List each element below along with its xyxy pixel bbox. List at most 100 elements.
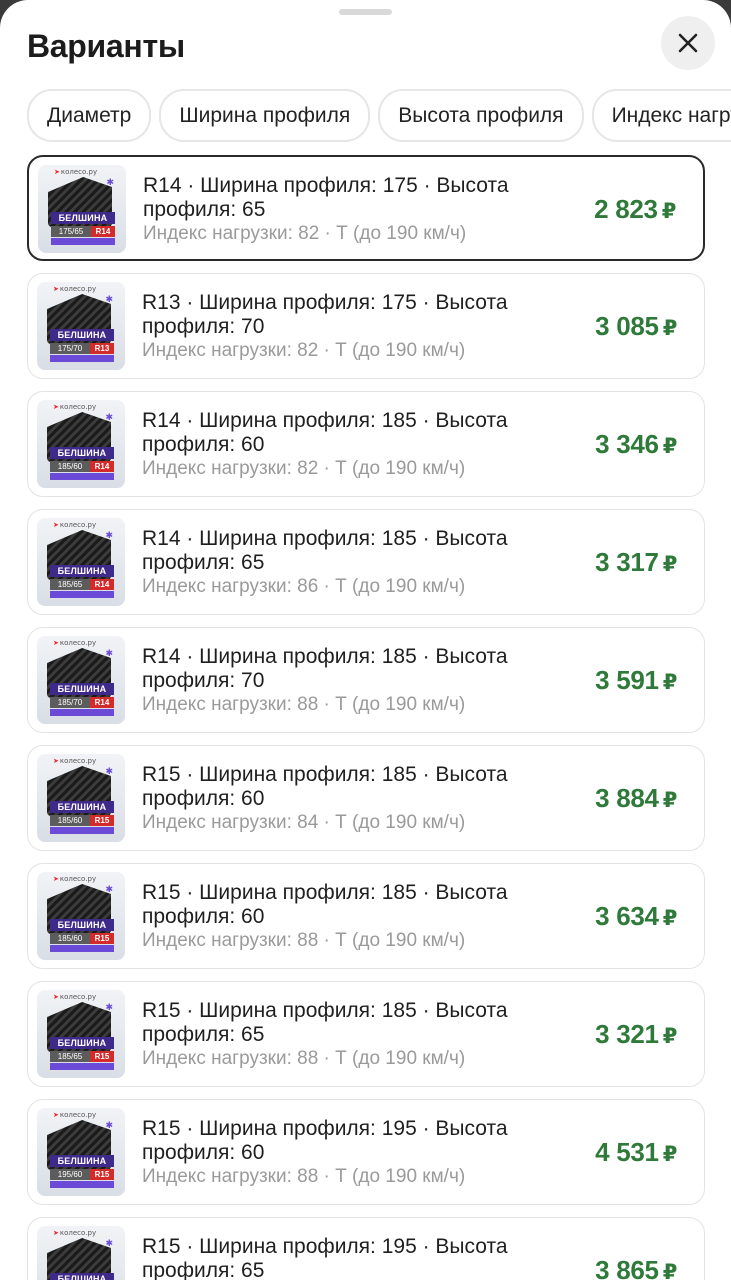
tire-thumbnail: колесо.ру ✱ БЕЛШИНА 195/65 R15 [37, 1226, 125, 1280]
currency-symbol: ₽ [662, 317, 678, 340]
variant-subtitle: Индекс нагрузки: 88 · Т (до 190 км/ч) [142, 930, 466, 951]
brand-logo: колесо.ру [53, 757, 96, 765]
snowflake-icon: ✱ [105, 412, 113, 422]
variant-card[interactable]: колесо.ру ✱ БЕЛШИНА 185/60 R15 R15 · Шир… [27, 745, 705, 851]
close-icon [678, 33, 698, 53]
variant-info: R15 · Ширина профиля: 195 · Высота профи… [142, 1117, 542, 1188]
variant-subtitle: Индекс нагрузки: 88 · Т (до 190 км/ч) [142, 1166, 466, 1187]
currency-symbol: ₽ [662, 1143, 678, 1166]
variant-card[interactable]: колесо.ру ✱ БЕЛШИНА 185/70 R14 R14 · Шир… [27, 627, 705, 733]
tire-size-label: 185/60 [50, 815, 90, 826]
price-value: 3 865 [595, 1255, 659, 1280]
tire-radius-label: R14 [90, 461, 114, 472]
snowflake-icon: ✱ [105, 648, 113, 658]
variant-subtitle: Индекс нагрузки: 88 · Т (до 190 км/ч) [142, 694, 466, 715]
variant-info: R15 · Ширина профиля: 185 · Высота профи… [142, 881, 542, 952]
variant-info: R15 · Ширина профиля: 195 · Высота профи… [142, 1235, 542, 1280]
snowflake-icon: ✱ [105, 884, 113, 894]
currency-symbol: ₽ [662, 671, 678, 694]
tire-radius-label: R15 [90, 815, 114, 826]
variant-price: 3 634 ₽ [595, 901, 677, 932]
variant-subtitle: Индекс нагрузки: 88 · Т (до 190 км/ч) [142, 1048, 466, 1069]
variant-card[interactable]: колесо.ру ✱ БЕЛШИНА 185/65 R15 R15 · Шир… [27, 981, 705, 1087]
tire-size-label: 175/65 [51, 226, 91, 237]
tire-label-strip [50, 1181, 114, 1188]
brand-logo: колесо.ру [53, 875, 96, 883]
variant-price: 3 884 ₽ [595, 783, 677, 814]
tire-thumbnail: колесо.ру ✱ БЕЛШИНА 185/65 R15 [37, 990, 125, 1078]
variant-title: R14 · Ширина профиля: 185 · Высота профи… [142, 527, 508, 574]
variant-card[interactable]: колесо.ру ✱ БЕЛШИНА 185/65 R14 R14 · Шир… [27, 509, 705, 615]
variant-card[interactable]: колесо.ру ✱ БЕЛШИНА 185/60 R15 R15 · Шир… [27, 863, 705, 969]
variant-title: R15 · Ширина профиля: 195 · Высота профи… [142, 1235, 508, 1280]
variant-info: R14 · Ширина профиля: 185 · Высота профи… [142, 409, 542, 480]
variant-card[interactable]: колесо.ру ✱ БЕЛШИНА 195/60 R15 R15 · Шир… [27, 1099, 705, 1205]
tire-radius-label: R14 [91, 226, 115, 237]
variant-card[interactable]: колесо.ру ✱ БЕЛШИНА 175/65 R14 R14 · Шир… [27, 155, 705, 261]
variant-price: 3 591 ₽ [595, 665, 677, 696]
variant-title: R15 · Ширина профиля: 185 · Высота профи… [142, 999, 508, 1046]
tire-label-strip [50, 945, 114, 952]
price-value: 3 321 [595, 1019, 659, 1049]
currency-symbol: ₽ [662, 553, 678, 576]
tire-size-label: 185/60 [50, 461, 90, 472]
tire-size-label: 185/65 [50, 579, 90, 590]
variant-info: R15 · Ширина профиля: 185 · Высота профи… [142, 763, 542, 834]
snowflake-icon: ✱ [106, 177, 114, 187]
variant-info: R14 · Ширина профиля: 185 · Высота профи… [142, 527, 542, 598]
currency-symbol: ₽ [662, 1261, 678, 1280]
currency-symbol: ₽ [662, 435, 678, 458]
brand-logo: колесо.ру [54, 168, 97, 176]
sheet-drag-handle[interactable] [339, 9, 392, 15]
variant-card[interactable]: колесо.ру ✱ БЕЛШИНА 175/70 R13 R13 · Шир… [27, 273, 705, 379]
tire-label-strip [50, 709, 114, 716]
currency-symbol: ₽ [661, 200, 677, 223]
filter-chip-width[interactable]: Ширина профиля [159, 89, 371, 142]
brand-logo: колесо.ру [53, 521, 96, 529]
tire-size-label: 185/60 [50, 933, 90, 944]
variants-sheet: Варианты Диаметр Ширина профиля Высота п… [0, 0, 731, 1280]
tire-brand-label: БЕЛШИНА [50, 1155, 114, 1167]
close-button[interactable] [661, 16, 715, 70]
filter-chip-load-index[interactable]: Индекс нагрузки [591, 89, 731, 142]
currency-symbol: ₽ [662, 1025, 678, 1048]
tire-thumbnail: колесо.ру ✱ БЕЛШИНА 185/60 R15 [37, 872, 125, 960]
tire-label-strip [50, 1063, 114, 1070]
variant-price: 3 865 ₽ [595, 1255, 677, 1280]
tire-radius-label: R14 [90, 579, 114, 590]
tire-thumbnail: колесо.ру ✱ БЕЛШИНА 175/70 R13 [37, 282, 125, 370]
variant-card[interactable]: колесо.ру ✱ БЕЛШИНА 195/65 R15 R15 · Шир… [27, 1217, 705, 1280]
variant-title: R14 · Ширина профиля: 175 · Высота профи… [143, 174, 509, 221]
tire-brand-label: БЕЛШИНА [50, 919, 114, 931]
tire-size-label: 185/65 [50, 1051, 90, 1062]
tire-radius-label: R15 [90, 1169, 114, 1180]
filter-chip-diameter[interactable]: Диаметр [27, 89, 152, 142]
tire-size-label: 195/60 [50, 1169, 90, 1180]
brand-logo: колесо.ру [53, 1111, 96, 1119]
tire-label-strip [50, 355, 114, 362]
currency-symbol: ₽ [662, 907, 678, 930]
tire-brand-label: БЕЛШИНА [50, 1273, 114, 1280]
brand-logo: колесо.ру [53, 403, 96, 411]
variant-info: R14 · Ширина профиля: 185 · Высота профи… [142, 645, 542, 716]
variant-card[interactable]: колесо.ру ✱ БЕЛШИНА 185/60 R14 R14 · Шир… [27, 391, 705, 497]
variant-info: R14 · Ширина профиля: 175 · Высота профи… [143, 174, 543, 245]
tire-brand-label: БЕЛШИНА [50, 565, 114, 577]
variant-subtitle: Индекс нагрузки: 86 · Т (до 190 км/ч) [142, 576, 466, 597]
price-value: 3 634 [595, 901, 659, 931]
snowflake-icon: ✱ [105, 530, 113, 540]
variant-title: R15 · Ширина профиля: 185 · Высота профи… [142, 763, 508, 810]
filter-chip-height[interactable]: Высота профиля [378, 89, 584, 142]
tire-thumbnail: колесо.ру ✱ БЕЛШИНА 195/60 R15 [37, 1108, 125, 1196]
tire-thumbnail: колесо.ру ✱ БЕЛШИНА 185/70 R14 [37, 636, 125, 724]
tire-brand-label: БЕЛШИНА [50, 801, 114, 813]
variant-title: R13 · Ширина профиля: 175 · Высота профи… [142, 291, 508, 338]
tire-thumbnail: колесо.ру ✱ БЕЛШИНА 185/65 R14 [37, 518, 125, 606]
tire-brand-label: БЕЛШИНА [50, 447, 114, 459]
filter-chips: Диаметр Ширина профиля Высота профиля Ин… [27, 89, 731, 142]
brand-logo: колесо.ру [53, 639, 96, 647]
tire-brand-label: БЕЛШИНА [50, 1037, 114, 1049]
price-value: 4 531 [595, 1137, 659, 1167]
variant-info: R15 · Ширина профиля: 185 · Высота профи… [142, 999, 542, 1070]
price-value: 3 085 [595, 311, 659, 341]
